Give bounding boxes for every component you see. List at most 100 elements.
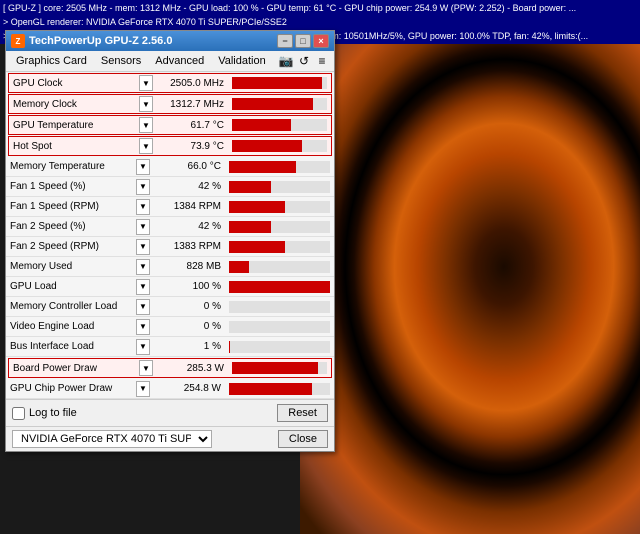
sensor-bar-container [229,161,330,173]
close-button[interactable]: Close [278,430,328,448]
top-bar-line2: > OpenGL renderer: NVIDIA GeForce RTX 40… [3,15,637,29]
sensor-name: Fan 1 Speed (RPM) [6,201,136,212]
sensor-row: GPU Load▼100 % [6,277,334,297]
sensor-bar-container [232,140,327,152]
sensor-name: Fan 2 Speed (RPM) [6,241,136,252]
sensor-bar [232,362,318,374]
camera-icon[interactable]: 📷 [278,53,294,69]
sensor-bar [229,221,271,233]
sensor-name: GPU Clock [9,78,139,89]
title-bar-left: Z TechPowerUp GPU-Z 2.56.0 [11,34,172,48]
log-to-file-label: Log to file [29,407,77,419]
sensor-dropdown[interactable]: ▼ [139,117,153,133]
sensor-row: Board Power Draw▼285.3 W [8,358,332,378]
menu-sensors[interactable]: Sensors [95,54,147,68]
reset-button[interactable]: Reset [277,404,328,422]
sensor-bar [232,140,302,152]
sensor-value: 42 % [150,221,225,232]
sensor-value: 1384 RPM [150,201,225,212]
sensor-bar [232,119,291,131]
sensor-bar-container [229,261,330,273]
sensor-name: GPU Load [6,281,136,292]
sensor-name: Memory Controller Load [6,301,136,312]
main-window: Z TechPowerUp GPU-Z 2.56.0 − □ × Graphic… [5,30,335,452]
sensor-value: 285.3 W [153,363,228,374]
sensor-row: Memory Used▼828 MB [6,257,334,277]
gpu-selector[interactable]: NVIDIA GeForce RTX 4070 Ti SUPER [12,430,212,448]
sensor-bar-container [229,341,330,353]
sensor-bar [229,201,285,213]
top-bar-line1: [ GPU-Z ] core: 2505 MHz - mem: 1312 MHz… [3,1,637,15]
sensor-dropdown[interactable]: ▼ [139,96,153,112]
sensor-dropdown[interactable]: ▼ [136,259,150,275]
sensor-bar [229,341,230,353]
sensor-dropdown[interactable]: ▼ [136,299,150,315]
sensor-dropdown[interactable]: ▼ [139,138,153,154]
sensor-row: Memory Controller Load▼0 % [6,297,334,317]
log-to-file-container: Log to file [12,407,77,420]
sensors-content: GPU Clock▼2505.0 MHzMemory Clock▼1312.7 … [6,73,334,399]
sensor-value: 2505.0 MHz [153,78,228,89]
sensor-row: Fan 2 Speed (%)▼42 % [6,217,334,237]
app-icon: Z [11,34,25,48]
title-bar-controls: − □ × [277,34,329,48]
log-to-file-checkbox[interactable] [12,407,25,420]
sensor-bar [229,281,330,293]
sensor-bar [232,98,313,110]
menu-validation[interactable]: Validation [212,54,272,68]
sensor-value: 0 % [150,321,225,332]
sensor-bar-container [229,221,330,233]
sensor-value: 73.9 °C [153,141,228,152]
sensor-name: Memory Clock [9,99,139,110]
sensor-value: 828 MB [150,261,225,272]
sensor-dropdown[interactable]: ▼ [136,239,150,255]
sensor-dropdown[interactable]: ▼ [136,279,150,295]
sensor-name: Fan 1 Speed (%) [6,181,136,192]
sensor-bar [229,241,285,253]
sensor-value: 66.0 °C [150,161,225,172]
sensor-bar [229,161,296,173]
sensor-bar-container [229,321,330,333]
sensor-dropdown[interactable]: ▼ [139,75,153,91]
sensor-bar-container [232,362,327,374]
sensor-row: Bus Interface Load▼1 % [6,337,334,357]
sensor-dropdown[interactable]: ▼ [136,381,150,397]
sensor-bar [229,181,271,193]
sensor-dropdown[interactable]: ▼ [136,199,150,215]
menu-hamburger-icon[interactable]: ≡ [314,53,330,69]
sensor-name: Memory Used [6,261,136,272]
window-close-button[interactable]: × [313,34,329,48]
sensor-bar-container [232,77,327,89]
sensor-row: Fan 1 Speed (RPM)▼1384 RPM [6,197,334,217]
sensor-value: 1312.7 MHz [153,99,228,110]
refresh-icon[interactable]: ↺ [296,53,312,69]
sensor-name: Hot Spot [9,141,139,152]
sensor-dropdown[interactable]: ▼ [136,219,150,235]
sensor-dropdown[interactable]: ▼ [136,339,150,355]
sensor-row: Video Engine Load▼0 % [6,317,334,337]
sensor-name: Fan 2 Speed (%) [6,221,136,232]
sensor-bar-container [229,281,330,293]
sensor-bar-container [229,241,330,253]
sensor-name: GPU Temperature [9,120,139,131]
maximize-button[interactable]: □ [295,34,311,48]
menu-advanced[interactable]: Advanced [149,54,210,68]
sensor-dropdown[interactable]: ▼ [136,319,150,335]
sensor-row: GPU Clock▼2505.0 MHz [8,73,332,93]
background-eye-image [300,0,640,534]
sensor-value: 61.7 °C [153,120,228,131]
sensor-dropdown[interactable]: ▼ [139,360,153,376]
sensor-row: Hot Spot▼73.9 °C [8,136,332,156]
sensor-dropdown[interactable]: ▼ [136,159,150,175]
sensor-dropdown[interactable]: ▼ [136,179,150,195]
footer-bar: NVIDIA GeForce RTX 4070 Ti SUPER Close [6,426,334,451]
sensor-value: 254.8 W [150,383,225,394]
sensor-name: Bus Interface Load [6,341,136,352]
sensor-name: Board Power Draw [9,363,139,374]
menu-bar: Graphics Card Sensors Advanced Validatio… [6,51,334,72]
sensor-row: Fan 1 Speed (%)▼42 % [6,177,334,197]
minimize-button[interactable]: − [277,34,293,48]
sensor-bar-container [229,301,330,313]
menu-graphics-card[interactable]: Graphics Card [10,54,93,68]
sensor-bar-container [229,181,330,193]
